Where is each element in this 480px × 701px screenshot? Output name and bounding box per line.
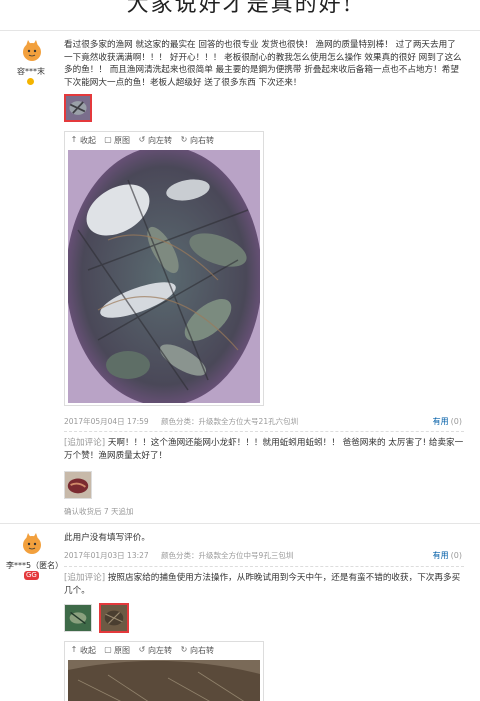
original-image-label: 原图 [114,645,130,655]
arrow-up-icon: ↑ [70,135,78,144]
rotate-right-label: 向右转 [190,645,214,655]
review-photo-large[interactable] [68,150,260,403]
photo-toolbar: ↑ 收起 ▢ 原图 ↺ 向左转 ↻ 向右转 [65,642,263,658]
review-photo-thumbnail[interactable] [64,94,92,122]
followup-divider [64,566,464,567]
rotate-left-label: 向左转 [148,135,172,145]
rotate-left-label: 向左转 [148,645,172,655]
useful-count: (0) [450,551,462,560]
collapse-button[interactable]: ↑ 收起 [70,645,96,656]
review-photo-thumbnail[interactable] [99,603,129,633]
user-avatar[interactable] [18,37,46,65]
rotate-right-icon: ↻ [180,135,188,144]
member-level-badge: GG [24,571,39,580]
review-photo-large[interactable] [68,660,260,701]
rotate-right-label: 向右转 [190,135,214,145]
original-image-button[interactable]: ▢ 原图 [104,135,130,146]
followup-divider [64,431,464,432]
divider [0,30,480,31]
username: 李***5（匿名） [6,561,64,570]
avatar-icon [19,531,45,557]
rotate-right-button[interactable]: ↻ 向右转 [180,645,214,656]
product-spec: 颜色分类：升级款全方位大号21孔六包圳 [161,417,299,426]
rotate-left-button[interactable]: ↺ 向左转 [138,645,172,656]
active-indicator [112,632,120,633]
useful-vote: 有用 (0) [433,550,462,561]
active-indicator [76,121,84,122]
rotate-left-button[interactable]: ↺ 向左转 [138,135,172,146]
useful-vote: 有用 (0) [433,416,462,427]
receipt-note: 确认收货后 7 天追加 [64,507,134,516]
followup-comment: [追加评论] 天啊！！！这个渔网还能网小龙虾！！！就用蚯蚓用蚯蚓！！ 爸爸网来的… [64,431,464,462]
photo-thumbnail-image [66,96,90,120]
rotate-right-button[interactable]: ↻ 向右转 [180,135,214,146]
useful-button[interactable]: 有用 [433,551,449,560]
review-text: 看过很多家的渔网 就这家的最实在 回答的也很专业 发货也很快！ 渔网的质量特别棒… [64,40,462,88]
photo-viewer: ↑ 收起 ▢ 原图 ↺ 向左转 ↻ 向右转 [64,641,264,701]
photo-thumbnail-image [65,605,91,631]
photo-viewer: ↑ 收起 ▢ 原图 ↺ 向左转 ↻ 向右转 [64,131,264,406]
avatar-icon [19,38,45,64]
photo-toolbar: ↑ 收起 ▢ 原图 ↺ 向左转 ↻ 向右转 [65,132,263,148]
page-banner: 大家说好才是真的好! [126,0,354,17]
followup-tag: [追加评论] [64,438,106,448]
review-meta: 2017年05月04日 17:59 颜色分类：升级款全方位大号21孔六包圳 [64,416,298,427]
collapse-label: 收起 [80,135,96,145]
image-icon: ▢ [104,645,112,654]
review-date: 2017年01月03日 13:27 [64,551,149,560]
username: 容***末 [17,67,45,76]
collapse-label: 收起 [80,645,96,655]
member-level-icon [27,78,34,85]
useful-count: (0) [450,417,462,426]
image-icon: ▢ [104,135,112,144]
photo-thumbnail-image [65,472,91,498]
product-spec: 颜色分类：升级款全方位中号9孔三包圳 [161,551,294,560]
original-image-button[interactable]: ▢ 原图 [104,645,130,656]
followup-photo-thumbnail[interactable] [64,471,92,499]
divider [0,523,480,524]
original-image-label: 原图 [114,135,130,145]
arrow-up-icon: ↑ [70,645,78,654]
collapse-button[interactable]: ↑ 收起 [70,135,96,146]
followup-text: 按照店家给的捕鱼使用方法操作，从昨晚试用到今天中午，还是有蛮不错的收获，下次再多… [64,573,461,596]
useful-button[interactable]: 有用 [433,417,449,426]
followup-tag: [追加评论] [64,573,106,583]
rotate-left-icon: ↺ [138,645,146,654]
review-photo-thumbnail[interactable] [64,604,92,632]
photo-thumbnail-image [101,605,127,631]
review-text: 此用户没有填写评价。 [64,533,150,543]
followup-comment: [追加评论] 按照店家给的捕鱼使用方法操作，从昨晚试用到今天中午，还是有蛮不错的… [64,566,464,597]
review-meta: 2017年01月03日 13:27 颜色分类：升级款全方位中号9孔三包圳 [64,550,293,561]
followup-text: 天啊！！！这个渔网还能网小龙虾！！！就用蚯蚓用蚯蚓！！ 爸爸网来的 太厉害了! … [64,438,464,461]
rotate-left-icon: ↺ [138,135,146,144]
user-avatar[interactable] [18,530,46,558]
rotate-right-icon: ↻ [180,645,188,654]
review-date: 2017年05月04日 17:59 [64,417,149,426]
